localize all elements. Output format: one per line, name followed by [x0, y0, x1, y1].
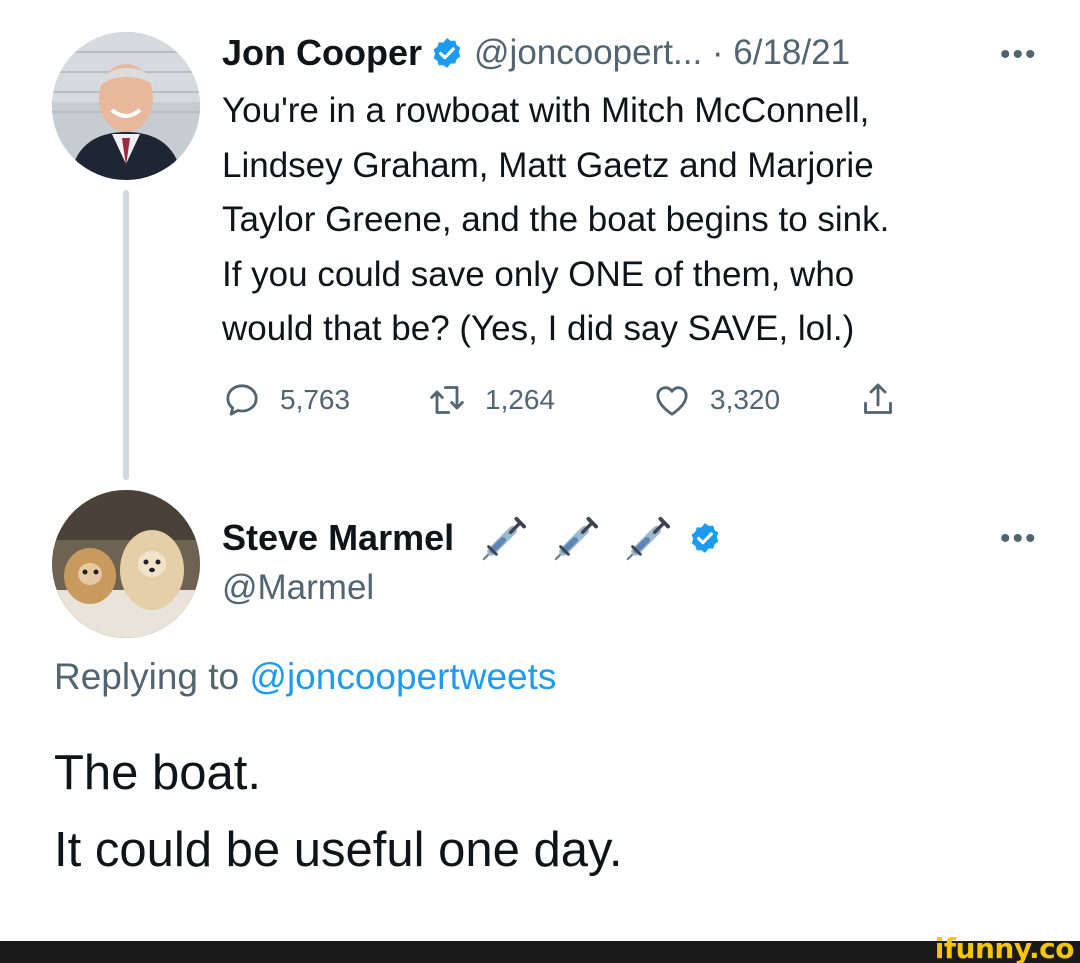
syringe-icon	[480, 513, 527, 563]
reply-count: 5,763	[280, 384, 351, 415]
like-icon	[652, 380, 692, 420]
handle-and-date[interactable]: @joncoopert... · 6/18/21	[474, 33, 850, 73]
like-button[interactable]: 3,320	[652, 374, 780, 426]
ifunny-watermark: ifunny.co	[934, 932, 1075, 963]
thread-connector-line	[123, 190, 129, 480]
replying-to: Replying to @joncoopertweets	[54, 656, 556, 698]
reply-icon	[222, 380, 262, 420]
reply-text-line: It could be useful one day.	[54, 823, 623, 877]
avatar-steve-marmel[interactable]	[52, 490, 200, 638]
replying-mention-link[interactable]: @joncoopertweets	[249, 656, 556, 697]
verified-badge-icon	[430, 36, 464, 70]
share-button[interactable]	[858, 374, 898, 426]
tweet-header: Jon Cooper @joncoopert... · 6/18/21	[222, 27, 850, 79]
tweet-actions: 5,763 1,264 3,320	[222, 374, 922, 426]
reply-button[interactable]: 5,763	[222, 374, 350, 426]
verified-badge-icon	[688, 521, 722, 555]
retweet-count: 1,264	[485, 384, 556, 415]
more-options-icon[interactable]: •••	[1000, 524, 1038, 554]
reply-text: The boat. It could be useful one day.	[54, 735, 622, 889]
replying-prefix: Replying to	[54, 656, 240, 697]
tweet-header: Steve Marmel	[222, 510, 722, 566]
author-handle[interactable]: @Marmel	[222, 568, 374, 608]
reply-text-line: The boat.	[54, 746, 262, 800]
retweet-button[interactable]: 1,264	[427, 374, 555, 426]
watermark-bar: ifunny.co	[0, 935, 1080, 963]
author-name[interactable]: Steve Marmel	[222, 517, 454, 559]
share-icon	[858, 380, 898, 420]
tweet-text-line: Lindsey Graham, Matt Gaetz and Marjorie	[222, 145, 874, 185]
more-options-icon[interactable]: •••	[1000, 40, 1038, 70]
avatar-jon-cooper[interactable]	[52, 32, 200, 180]
syringe-icon	[552, 513, 599, 563]
tweet-text-line: would that be? (Yes, I did say SAVE, lol…	[222, 309, 855, 348]
tweet-text-line: If you could save only ONE of them, who	[222, 254, 855, 294]
like-count: 3,320	[710, 384, 781, 415]
tweet-text-line: You're in a rowboat with Mitch McConnell…	[222, 91, 870, 130]
retweet-icon	[427, 380, 467, 420]
tweet-text-line: Taylor Greene, and the boat begins to si…	[222, 200, 890, 239]
syringe-icon	[624, 513, 671, 563]
author-name[interactable]: Jon Cooper	[222, 32, 422, 74]
tweet-text: You're in a rowboat with Mitch McConnell…	[222, 84, 1062, 357]
